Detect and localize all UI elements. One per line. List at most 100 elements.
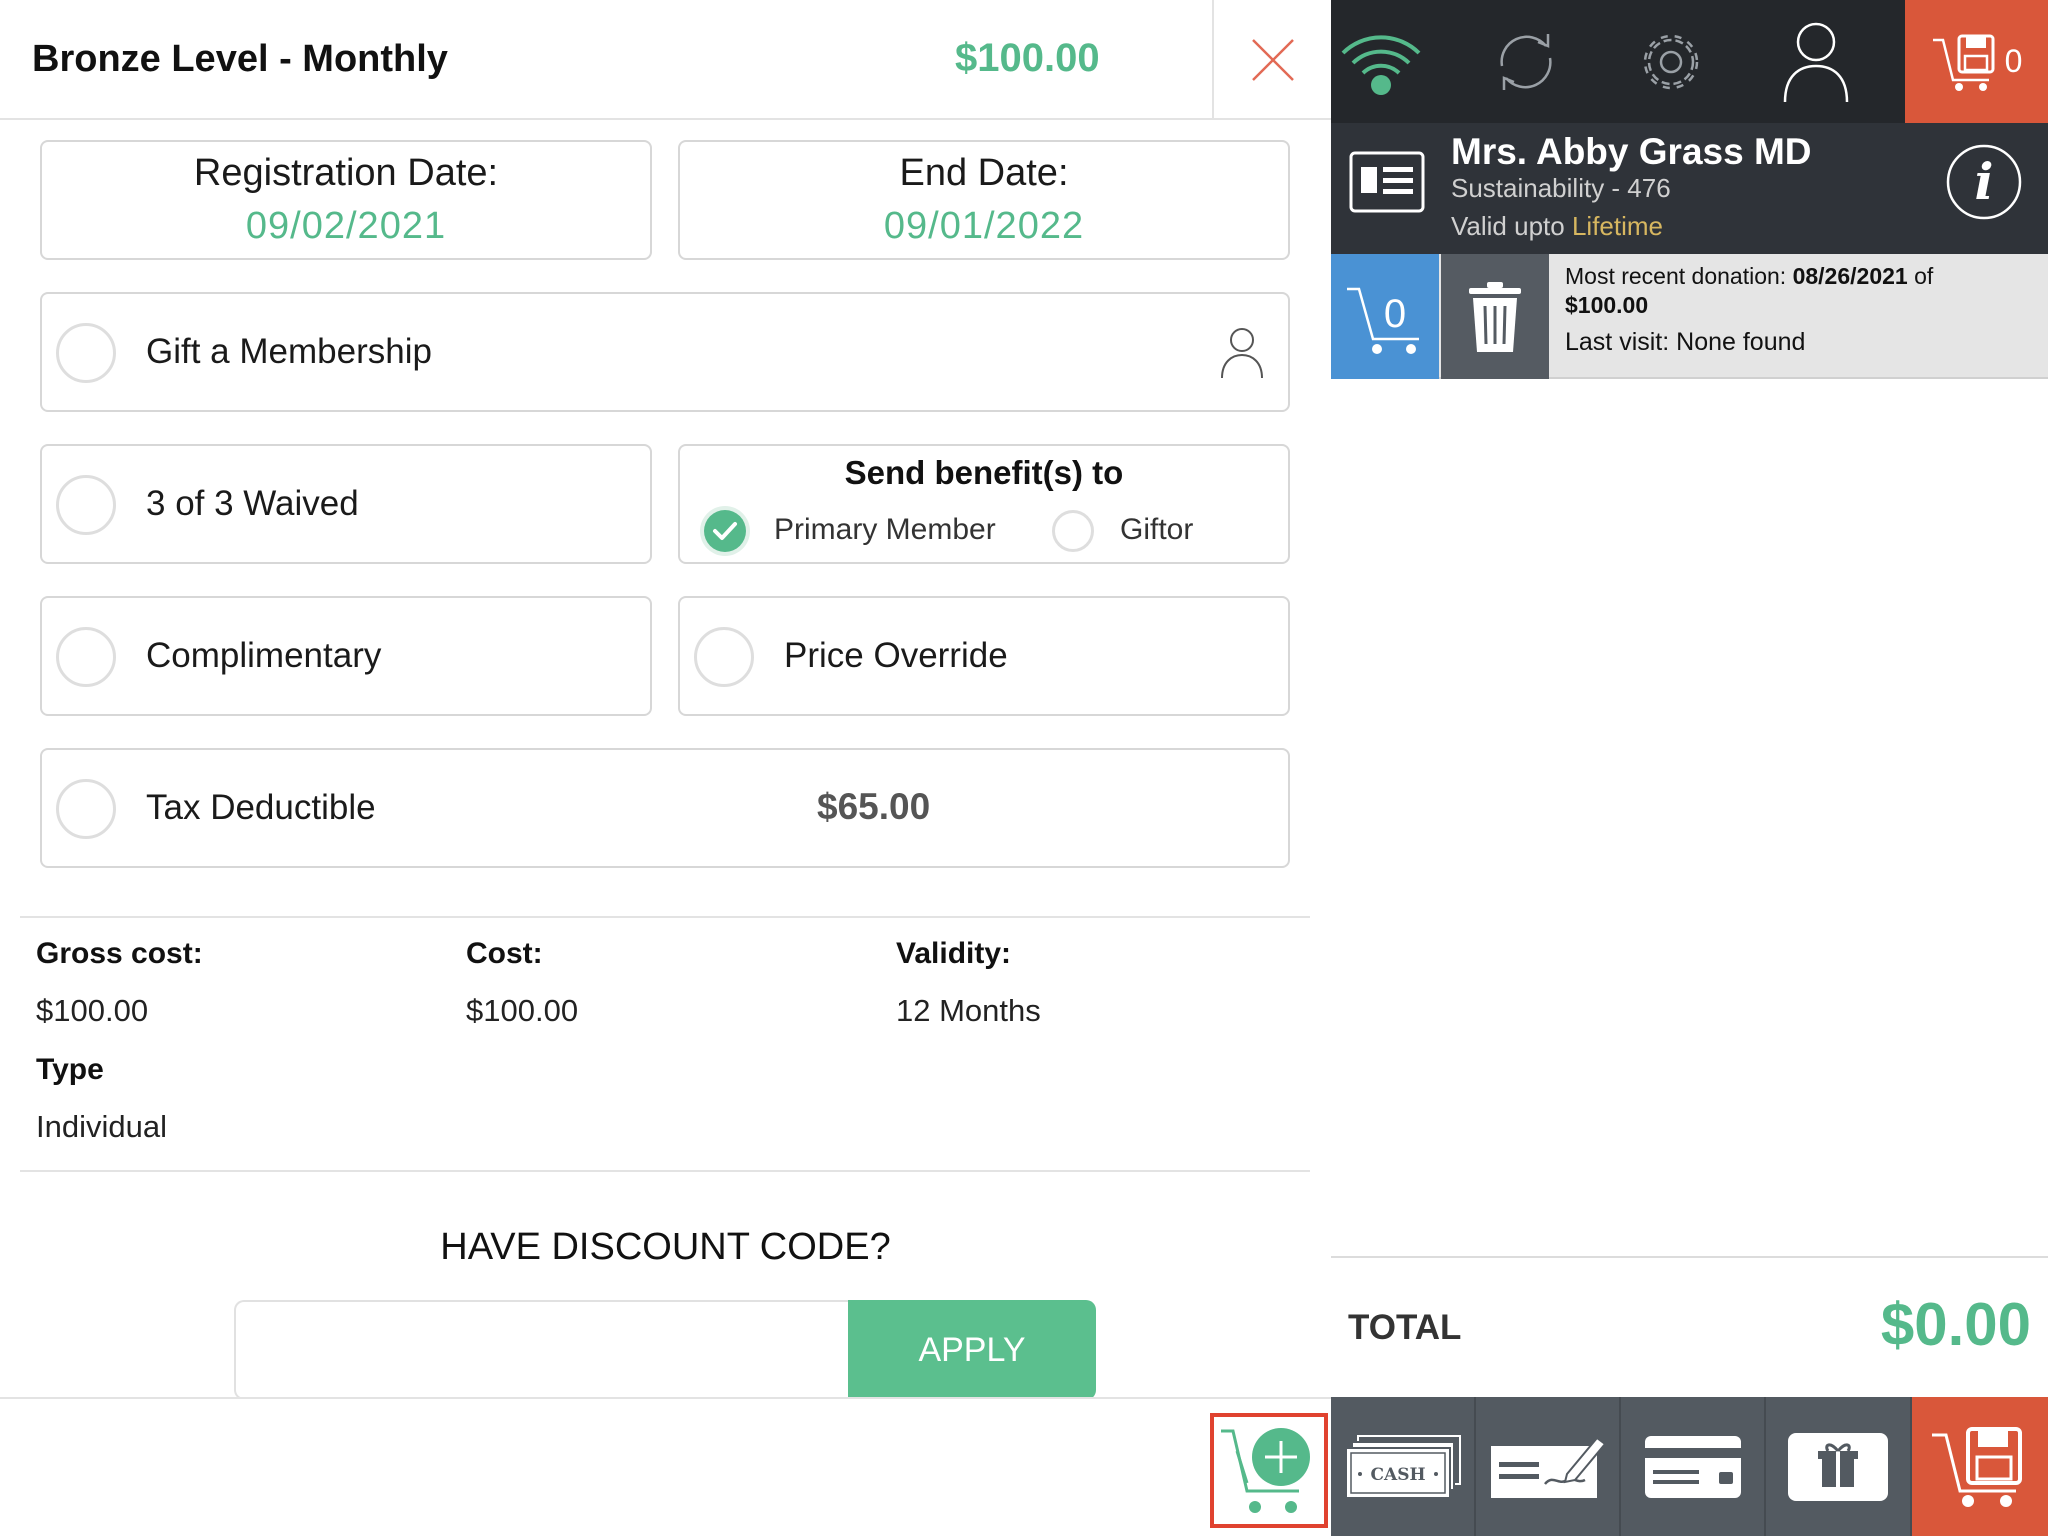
- tax-deductible-amount: $65.00: [817, 786, 931, 827]
- bottom-action-bar: [0, 1397, 1331, 1536]
- discount-code-input[interactable]: [234, 1300, 848, 1400]
- primary-member-label[interactable]: Primary Member: [774, 513, 996, 547]
- top-toolbar: 0: [1331, 0, 2048, 123]
- cash-payment-button[interactable]: CASH: [1331, 1397, 1476, 1536]
- giftor-label[interactable]: Giftor: [1120, 513, 1193, 547]
- saved-carts-count: 0: [2004, 43, 2023, 79]
- user-button[interactable]: [1751, 0, 1881, 123]
- giftor-radio[interactable]: [1052, 510, 1094, 552]
- checkmark-icon: [713, 522, 737, 540]
- person-icon[interactable]: [1220, 326, 1264, 380]
- membership-panel: Bronze Level - Monthly $100.00 Registrat…: [0, 0, 1331, 1536]
- close-icon: [1251, 39, 1294, 81]
- member-name: Mrs. Abby Grass MD: [1451, 131, 1812, 172]
- validity-value: 12 Months: [896, 993, 1041, 1028]
- add-to-cart-button[interactable]: [1210, 1413, 1328, 1528]
- registration-date-box[interactable]: Registration Date: 09/02/2021: [40, 140, 652, 260]
- membership-price: $100.00: [955, 36, 1100, 80]
- gift-card-payment-button[interactable]: [1766, 1397, 1912, 1536]
- payment-bar: CASH: [1331, 1397, 2048, 1536]
- member-valid-value: Lifetime: [1571, 211, 1663, 241]
- registration-date-value: 09/02/2021: [245, 205, 447, 247]
- gift-membership-label: Gift a Membership: [146, 332, 432, 371]
- tax-deductible-radio[interactable]: [56, 779, 116, 839]
- waived-option[interactable]: 3 of 3 Waived: [40, 444, 652, 564]
- recent-donation-prefix: Most recent donation:: [1565, 263, 1787, 289]
- tax-deductible-label: Tax Deductible: [146, 788, 376, 827]
- gift-membership-radio[interactable]: [56, 323, 116, 383]
- recent-donation-amount: $100.00: [1565, 292, 1649, 318]
- member-subtitle: Sustainability - 476: [1451, 173, 1671, 203]
- quick-cart-count: 0: [1384, 292, 1406, 336]
- recent-donation-of: of: [1914, 263, 1934, 289]
- details-divider-top: [20, 916, 1310, 918]
- waived-radio[interactable]: [56, 475, 116, 535]
- membership-title: Bronze Level - Monthly: [32, 38, 448, 80]
- cart-save-icon: [1932, 1426, 2022, 1507]
- complimentary-label: Complimentary: [146, 636, 382, 675]
- cart-icon: 0: [1347, 287, 1419, 354]
- cart-panel: 0 Mrs. Abby Grass MD Sustainability - 47…: [1331, 0, 2048, 1536]
- discount-title: HAVE DISCOUNT CODE?: [440, 1226, 891, 1268]
- recent-donation-date: 08/26/2021: [1792, 263, 1908, 289]
- saved-carts-button[interactable]: 0: [1905, 0, 2048, 123]
- tax-deductible-option[interactable]: Tax Deductible $65.00: [40, 748, 1290, 868]
- user-icon: [1783, 22, 1849, 102]
- member-valid-prefix: Valid upto: [1451, 211, 1565, 241]
- type-value: Individual: [36, 1109, 167, 1144]
- details-divider-bottom: [20, 1170, 1310, 1172]
- gross-cost-value: $100.00: [36, 993, 149, 1028]
- waived-label: 3 of 3 Waived: [146, 484, 359, 523]
- cash-label: CASH: [1370, 1465, 1425, 1485]
- last-visit-info: Last visit: None found: [1565, 328, 1806, 356]
- close-button[interactable]: [1212, 0, 1331, 120]
- send-benefits-title: Send benefit(s) to: [844, 454, 1124, 491]
- sync-button[interactable]: [1461, 0, 1591, 123]
- member-card-icon[interactable]: [1349, 151, 1425, 213]
- cost-label: Cost:: [466, 937, 543, 970]
- check-icon: [1490, 1436, 1606, 1498]
- end-date-label: End Date:: [899, 152, 1069, 194]
- cost-value: $100.00: [466, 993, 579, 1028]
- end-date-box[interactable]: End Date: 09/01/2022: [678, 140, 1290, 260]
- apply-discount-button[interactable]: APPLY: [848, 1300, 1096, 1400]
- info-icon[interactable]: i: [1945, 143, 2023, 221]
- price-override-radio[interactable]: [694, 627, 754, 687]
- check-payment-button[interactable]: [1476, 1397, 1621, 1536]
- total-divider: [1331, 1256, 2048, 1258]
- price-override-option[interactable]: Price Override: [678, 596, 1290, 716]
- complimentary-option[interactable]: Complimentary: [40, 596, 652, 716]
- gift-card-icon: [1788, 1432, 1888, 1501]
- primary-member-radio[interactable]: [704, 510, 746, 552]
- type-label: Type: [36, 1053, 104, 1086]
- settings-button[interactable]: [1601, 0, 1741, 123]
- credit-card-icon: [1644, 1435, 1741, 1498]
- total-label: TOTAL: [1348, 1308, 1462, 1347]
- cart-quick-bar: 0 Most recent donation: 08/26/2021 of $1…: [1331, 254, 2048, 379]
- wifi-icon: [1341, 34, 1421, 95]
- cash-icon: CASH: [1344, 1434, 1461, 1499]
- wifi-button[interactable]: [1331, 0, 1431, 123]
- cart-save-icon: [1932, 34, 1995, 91]
- gift-membership-option[interactable]: Gift a Membership: [40, 292, 1290, 412]
- clear-cart-button[interactable]: [1441, 254, 1549, 379]
- save-cart-button[interactable]: [1912, 1397, 2048, 1536]
- validity-label: Validity:: [896, 937, 1012, 970]
- cart-add-icon: [1221, 1427, 1310, 1513]
- card-payment-button[interactable]: [1621, 1397, 1766, 1536]
- end-date-value: 09/01/2022: [883, 205, 1085, 247]
- trash-icon: [1469, 281, 1521, 352]
- total-value: $0.00: [1880, 1291, 2031, 1358]
- current-cart-button[interactable]: 0: [1331, 254, 1439, 379]
- send-benefits-box: Send benefit(s) to Primary Member Giftor: [678, 444, 1290, 564]
- membership-header: Bronze Level - Monthly $100.00: [0, 0, 1331, 120]
- member-info-bar: Mrs. Abby Grass MD Sustainability - 476 …: [1331, 123, 2048, 254]
- sync-icon: [1500, 33, 1552, 90]
- recent-donation-info: Most recent donation: 08/26/2021 of $100…: [1565, 262, 2035, 320]
- svg-text:i: i: [1975, 152, 1994, 211]
- gross-cost-label: Gross cost:: [36, 937, 203, 970]
- gear-icon: [1643, 34, 1699, 89]
- complimentary-radio[interactable]: [56, 627, 116, 687]
- registration-date-label: Registration Date:: [193, 152, 499, 194]
- member-validity: Valid upto Lifetime: [1451, 211, 1663, 242]
